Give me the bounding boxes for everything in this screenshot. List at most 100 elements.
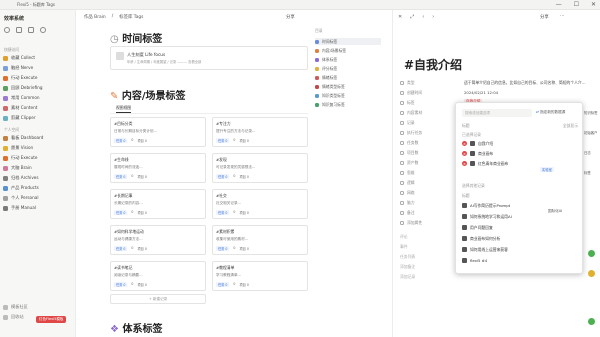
other-record[interactable]: flexi5 #4 [462,256,487,265]
property-row[interactable]: 思维 [400,169,415,177]
side-snippet[interactable]: 初始客户 [584,130,598,135]
other-record[interactable]: AI写作简历提示Prompt [462,201,510,210]
property-row[interactable]: 备注 [400,209,415,217]
life-focus-card[interactable]: 人生刻度 Life focus 年龄 / 生命周期 / 年度展望 / 记录 ——… [110,46,308,70]
status-icon[interactable] [588,318,595,325]
sidebar-item[interactable]: 归档 Archives [3,174,39,182]
new-record-button[interactable]: + 新建记录 [110,294,206,304]
tag-card[interactable]: #发现 可记录发现的灵感想法… 任务 0 0 项目 0 [212,153,308,183]
minimize-button[interactable]: — [556,1,562,8]
footer-item[interactable]: 添加记录 [400,273,415,281]
toc-item[interactable]: 知识类型标签 [315,92,345,99]
toc-item[interactable]: 情绪类型标签 [315,83,345,90]
toc-item[interactable]: 内容/场景标签 [315,47,346,54]
toc-item[interactable]: 评分标签 [315,65,337,72]
side-snippet[interactable]: 日志 [584,150,591,155]
template-community[interactable]: 模板社区 [3,303,28,311]
property-row[interactable]: 记录 [400,119,415,127]
tag-card[interactable]: #如何科学地运动 运动与健康方法… 任务 0 0 项目 0 [110,225,206,255]
tag-card[interactable]: #素材积累 收集可使用的素材… 任务 0 0 项目 0 [212,225,308,255]
toc-item[interactable]: 知识复习标签 [315,101,345,108]
sidebar-item[interactable]: 个人 Personal [3,194,39,202]
side-snippet[interactable]: 知识标签 [584,110,598,115]
toc-item[interactable]: 情绪标签 [315,74,337,81]
other-record[interactable]: 商业画布如何分析 [462,234,500,243]
other-record[interactable]: 如何系统地学习和运用AI [462,212,512,221]
popup-header-action[interactable]: 全部显示 [563,123,578,129]
toc-item[interactable]: 时间标签 [315,38,381,45]
tag-card[interactable]: #生命线 展现时间的流逝… 任务 0 0 项目 0 [110,153,206,183]
property-row[interactable]: 创建时间 [400,89,422,97]
property-row[interactable]: 逻辑 [400,179,415,187]
property-value[interactable]: 2024/02/21 12:04 [464,90,588,95]
property-row[interactable]: 标签 [400,99,415,107]
selected-record[interactable]: × 商业画布 [462,149,493,158]
other-record[interactable]: 用户问题回复 [462,223,493,232]
tag-card[interactable]: #社交 社交相关记录… 任务 0 0 项目 0 [212,189,308,219]
tag-card[interactable]: #专注力 提升专注的方法与记录… 任务 0 0 项目 0 [212,117,308,147]
property-row[interactable]: 资产数 [400,159,418,167]
remove-icon[interactable]: × [462,141,467,146]
view-tab[interactable]: 视图视图 [116,105,132,113]
home-icon[interactable] [16,27,22,33]
datasource-link[interactable]: ⇄ 指定新的数据源 [536,110,565,115]
promo-badge[interactable]: 红色Flexi5模板 [36,316,67,323]
phone-icon[interactable] [588,250,595,257]
sidebar-item[interactable]: 行动 Execute [3,154,37,162]
sidebar-item[interactable]: 产品 Products [3,184,39,192]
sidebar-item[interactable]: 看板 Dashboard [3,134,43,142]
toc-item[interactable]: 体系标签 [315,56,337,63]
close-pane-icon[interactable]: ✕ [398,14,402,20]
sidebar-item[interactable]: 愿景 Vision [3,144,33,152]
more-icon[interactable]: ⋯ [560,14,564,19]
remove-icon[interactable]: × [462,161,467,166]
comment-label[interactable]: 评论 [400,234,408,240]
property-row[interactable]: 添加属性 [400,219,422,227]
tag-card[interactable]: #读书笔记 阅读记录与摘要… 任务 0 0 项目 0 [110,261,206,291]
footer-item[interactable]: 事件 [400,243,408,251]
sidebar-item[interactable]: 大脑 Brain [3,164,32,172]
settings-icon[interactable] [40,27,46,33]
popup-search-input[interactable]: 搜索或创建选项 [462,109,532,117]
property-row[interactable]: 网络 [400,189,415,197]
sidebar-item[interactable]: 脑经 Nerve [3,64,33,72]
property-row[interactable]: 项目数 [400,149,418,157]
workspace-name[interactable]: 效率系统 [4,15,24,22]
property-row[interactable]: 脑力 [400,199,415,207]
sidebar-item[interactable]: 回顾 Debriefing [3,84,43,92]
tag-card[interactable]: #目标分类 日常与长期目标分类计划… 任务 0 0 项目 0 [110,117,206,147]
side-snippet[interactable]: 标签 [584,170,591,175]
property-row[interactable]: 类型 [400,79,415,87]
breadcrumb-brain[interactable]: 作品 Brain [84,14,106,20]
sidebar-item[interactable]: 素材 Content [3,104,37,112]
remove-icon[interactable]: × [462,151,467,156]
property-value[interactable]: 适于简单介绍自己的信息，比如自己的目标、公司名称、简短的个人介绍等 [464,80,588,86]
sidebar-item[interactable]: 剪藏 Clipper [3,114,36,122]
next-icon[interactable]: › [432,14,434,20]
maximize-button[interactable]: ☐ [574,1,579,8]
help-icon[interactable] [588,270,595,277]
search-icon[interactable] [4,27,10,33]
footer-item[interactable]: 任务列表 [400,253,415,261]
prev-icon[interactable]: ‹ [422,14,424,20]
property-row[interactable]: 执行任务 [400,129,422,137]
sidebar-item[interactable]: 手册 Manual [3,204,36,212]
tag-card[interactable]: #教程清单 学习教程清单… 任务 0 0 项目 0 [212,261,308,291]
sidebar-item[interactable]: 行动 Execute [3,74,37,82]
tag-card[interactable]: #长期记事 长期记录的内容… 任务 0 0 项目 0 [110,189,206,219]
trash-link[interactable]: 回收站 [3,313,24,321]
sidebar-item[interactable]: 常用 Common [3,94,40,102]
share-button[interactable]: 分享 [286,14,295,20]
property-row[interactable]: 内容素材 [400,109,422,117]
footer-item[interactable]: 添加备注 [400,263,415,271]
breadcrumb-tags[interactable]: 标签库 Tags [119,14,143,20]
inbox-icon[interactable] [28,27,34,33]
detail-share-button[interactable]: 分享 [540,14,549,20]
sidebar-item[interactable]: 收藏 Collect [3,54,35,62]
other-record[interactable]: 如何用线上运营来获客 [462,245,508,254]
expand-icon[interactable]: ⤢ [410,14,414,20]
selected-record[interactable]: × 自我介绍 [462,139,493,148]
property-row[interactable]: 任务数 [400,139,418,147]
close-button[interactable]: ✕ [591,1,596,8]
selected-record[interactable]: × 红色青年商业画布 [462,159,508,168]
